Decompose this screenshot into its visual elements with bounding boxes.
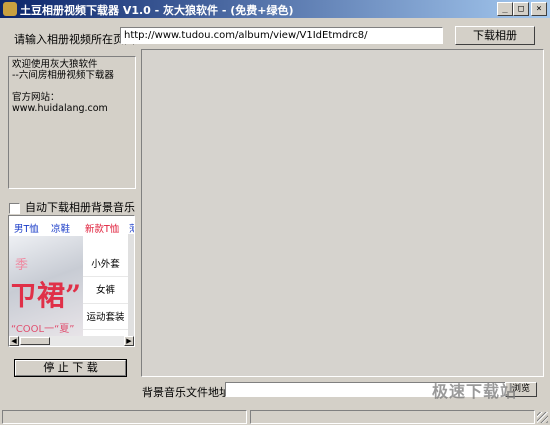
info-welcome: 欢迎使用灰大狼软件 [12,59,98,70]
info-site-label: 官方网站： [12,92,60,103]
info-site-url: www.huidalang.com [12,103,108,114]
status-pane-right [250,410,535,424]
status-pane-left [2,410,247,424]
ad-image-text: ㄗ裙” [9,279,82,312]
auto-music-label: 自动下载相册背景音乐 [25,201,135,214]
ad-panel[interactable]: 男T恤 凉鞋 新款T恤 薄 季 ㄗ裙” “COOL一“夏” 小外套 女裤 运动套… [8,215,135,347]
stop-download-label: 停 止 下 载 [43,361,98,374]
app-icon [3,2,17,16]
ad-image[interactable]: 季 ㄗ裙” “COOL一“夏” [9,236,83,336]
maximize-button[interactable]: □ [513,2,529,16]
scroll-left-icon[interactable]: ◀ [9,336,19,346]
window-title: 土豆相册视频下载器 V1.0 - 灰大狼软件 - (免费+绿色) [20,4,294,17]
ad-tab[interactable]: 新款T恤 [85,221,119,235]
ad-menu: 小外套 女裤 运动套装 [83,236,128,336]
ad-vertical-scrollbar[interactable] [128,234,134,338]
auto-music-option[interactable]: 自动下载相册背景音乐 [9,199,135,215]
auto-music-checkbox[interactable] [9,202,20,214]
ad-menu-item[interactable]: 女裤 [83,278,128,304]
watermark: 极速下载站 [432,382,518,401]
url-input[interactable]: http://www.tudou.com/album/view/V1IdEtmd… [120,27,443,44]
info-panel: 欢迎使用灰大狼软件 --六间房相册视频下载器 官方网站： www.huidala… [8,56,136,189]
ad-menu-item[interactable]: 运动套装 [83,306,128,330]
ad-tab[interactable]: 凉鞋 [51,221,70,235]
ad-image-text: “COOL一“夏” [11,324,75,335]
ad-tab[interactable]: 薄 [129,221,134,235]
scroll-thumb[interactable] [20,337,50,345]
download-album-button[interactable]: 下载相册 [455,26,535,45]
ad-image-text: 季 [15,258,29,273]
scroll-right-icon[interactable]: ▶ [124,336,134,346]
ad-tab[interactable]: 男T恤 [14,221,39,235]
title-bar: 土豆相册视频下载器 V1.0 - 灰大狼软件 - (免费+绿色) _ □ × [0,0,550,18]
close-button[interactable]: × [531,2,547,16]
ad-menu-item[interactable]: 小外套 [83,252,128,277]
ad-tabs: 男T恤 凉鞋 新款T恤 薄 [9,216,134,235]
info-product: --六间房相册视频下载器 [12,70,114,81]
video-list-area[interactable] [141,49,544,377]
ad-horizontal-scrollbar[interactable]: ◀ ▶ [9,336,134,346]
stop-download-button[interactable]: 停 止 下 载 [14,359,127,377]
status-bar [0,407,550,425]
resize-grip-icon[interactable] [537,412,548,423]
minimize-button[interactable]: _ [497,2,513,16]
